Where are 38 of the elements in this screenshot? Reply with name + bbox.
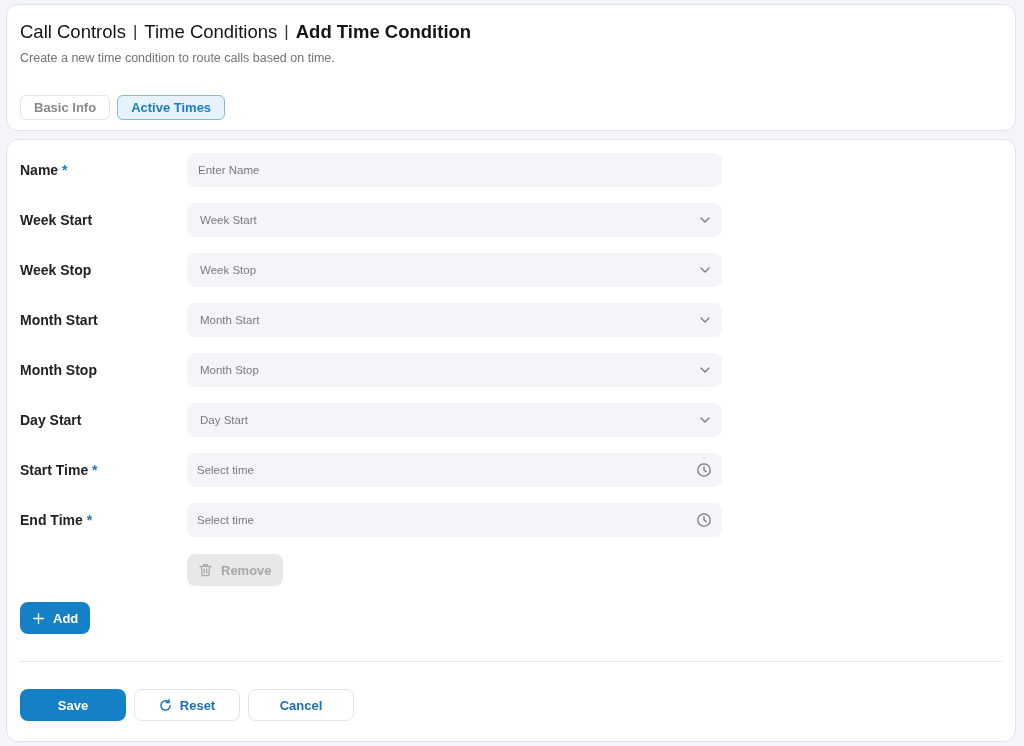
select-field[interactable]: Week Start <box>187 203 722 237</box>
breadcrumb-link[interactable]: Call Controls <box>20 20 126 44</box>
chevron-down-icon <box>700 417 710 423</box>
select-field[interactable]: Day Start <box>187 403 722 437</box>
chevron-down-icon <box>700 267 710 273</box>
time-input[interactable]: Select time <box>187 453 722 487</box>
tab[interactable]: Basic Info <box>20 95 111 120</box>
chevron-down-icon <box>700 317 710 323</box>
page-title: Add Time Condition <box>295 20 472 44</box>
field-label: Month Start <box>20 312 99 328</box>
breadcrumb-link[interactable]: Time Conditions <box>144 20 278 44</box>
refresh-icon <box>158 698 172 712</box>
clock-icon <box>697 513 711 527</box>
text-input[interactable]: Enter Name <box>187 153 722 187</box>
clock-icon <box>697 463 711 477</box>
tab[interactable]: Active Times <box>117 95 226 120</box>
time-input[interactable]: Select time <box>187 503 722 537</box>
field-label: Week Stop <box>20 262 93 278</box>
plus-icon <box>33 612 44 624</box>
field-label: Name * <box>20 162 69 178</box>
breadcrumb-separator: | <box>284 21 289 43</box>
page-subtitle: Create a new time condition to route calls based on time. <box>20 50 336 66</box>
chevron-down-icon <box>700 367 710 373</box>
save-button[interactable]: Save <box>20 689 126 721</box>
add-button[interactable]: Add <box>20 602 91 634</box>
field-label: Week Start <box>20 212 94 228</box>
select-field[interactable]: Week Stop <box>187 253 722 287</box>
field-label: Day Start <box>20 412 83 428</box>
cancel-button[interactable]: Cancel <box>248 689 354 721</box>
breadcrumb-separator: | <box>132 21 138 43</box>
trash-icon <box>199 563 212 577</box>
field-label: Month Stop <box>20 362 98 378</box>
select-field[interactable]: Month Stop <box>187 353 722 387</box>
reset-button[interactable]: Reset <box>134 689 240 721</box>
field-label: Start Time * <box>20 462 99 478</box>
select-field[interactable]: Month Start <box>187 303 722 337</box>
chevron-down-icon <box>700 217 710 223</box>
field-label: End Time * <box>20 512 94 528</box>
